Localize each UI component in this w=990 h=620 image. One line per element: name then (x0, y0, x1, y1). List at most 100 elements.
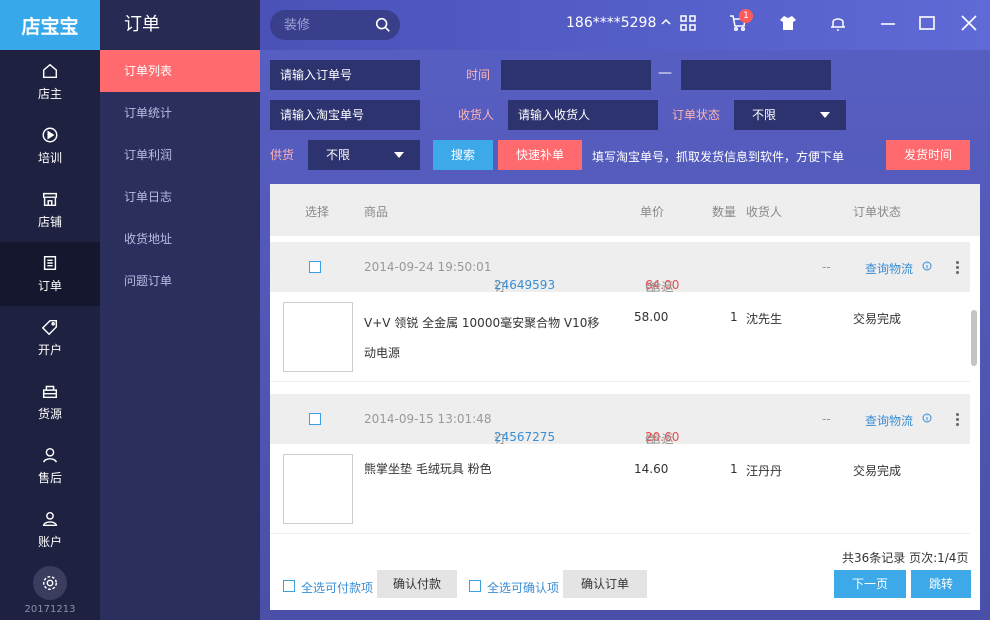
taobao-no-input[interactable] (270, 100, 420, 130)
order-no-input[interactable] (270, 60, 420, 90)
close-button[interactable] (958, 12, 980, 34)
rail-label: 订单 (37, 279, 62, 293)
subnav-item-address[interactable]: 收货地址 (100, 218, 260, 260)
rail-label: 店主 (37, 87, 62, 101)
main-area: 186****5298 1 时间 — (260, 0, 990, 620)
receiver-input[interactable] (508, 100, 658, 130)
confirm-order-button[interactable]: 确认订单 (563, 570, 647, 598)
col-qty: 数量 (712, 205, 737, 219)
search-icon[interactable] (374, 16, 392, 37)
left-rail: 店宝宝 店主 培训 店铺 订单 开户 货源 售后 账户 20171213 (0, 0, 100, 620)
top-bar: 186****5298 1 (260, 0, 990, 50)
quick-order-button[interactable]: 快速补单 (498, 140, 582, 170)
col-product: 商品 (364, 205, 389, 219)
product-thumbnail[interactable] (283, 454, 353, 524)
subnav-item-problem-orders[interactable]: 问题订单 (100, 260, 260, 302)
rail-label: 开户 (37, 343, 62, 357)
col-status: 订单状态 (853, 205, 902, 219)
search-button[interactable]: 搜索 (433, 140, 493, 170)
search-input[interactable] (284, 16, 374, 34)
time-end-input[interactable] (681, 60, 831, 90)
rail-item-home[interactable]: 店主 (0, 50, 100, 114)
subnav-title: 订单 (100, 0, 260, 50)
minimize-button[interactable] (877, 12, 899, 34)
maximize-button[interactable] (916, 12, 938, 34)
receiver-label: 收货人 (458, 108, 495, 122)
order-header-row: 2014-09-15 13:01:48 订单号:24567275 合计:20.6… (270, 394, 970, 480)
order-checkbox[interactable] (309, 413, 321, 425)
rail-item-aftersale[interactable]: 售后 (0, 434, 100, 498)
order-item-row: V+V 领锐 全金属 10000毫安聚合物 V10移动电源 58.00 1 沈先… (270, 292, 970, 382)
col-receiver: 收货人 (746, 205, 783, 219)
ship-time-button[interactable]: 发货时间 (886, 140, 970, 170)
gear-icon (42, 575, 58, 591)
item-status: 交易完成 (853, 312, 902, 326)
rail-item-orders[interactable]: 订单 (0, 242, 100, 306)
more-icon[interactable] (956, 413, 960, 428)
grid-icon[interactable] (677, 12, 699, 34)
settings-button[interactable] (33, 566, 67, 600)
status-label: 订单状态 (672, 108, 721, 122)
rail-item-account[interactable]: 账户 (0, 498, 100, 562)
subnav-item-order-list[interactable]: 订单列表 (100, 50, 260, 92)
select-payable-label[interactable]: 全选可付款项 (301, 579, 373, 596)
next-page-button[interactable]: 下一页 (834, 570, 906, 598)
pagination-summary: 共36条记录 页次:1/4页 (842, 551, 969, 565)
subnav-item-order-log[interactable]: 订单日志 (100, 176, 260, 218)
rail-item-supply[interactable]: 货源 (0, 370, 100, 434)
shirt-icon[interactable] (777, 12, 799, 34)
subnav-item-order-stats[interactable]: 订单统计 (100, 92, 260, 134)
order-date: 2014-09-24 19:50:01 (364, 260, 492, 274)
supply-icon (42, 385, 58, 399)
time-dash: — (658, 65, 672, 81)
aftersale-icon (42, 447, 58, 463)
product-name[interactable]: V+V 领锐 全金属 10000毫安聚合物 V10移动电源 (364, 308, 604, 368)
user-phone[interactable]: 186****5298 (566, 15, 671, 31)
quick-order-hint: 填写淘宝单号，抓取发货信息到软件，方便下单 (592, 150, 845, 164)
scrollbar[interactable] (971, 310, 977, 366)
order-date: 2014-09-15 13:01:48 (364, 412, 492, 426)
col-select: 选择 (305, 205, 330, 219)
subnav-item-order-profit[interactable]: 订单利润 (100, 134, 260, 176)
supply-label: 供货 (270, 148, 295, 162)
item-price: 14.60 (634, 462, 669, 476)
info-icon[interactable] (922, 412, 932, 426)
more-icon[interactable] (956, 261, 960, 276)
rail-label: 账户 (37, 535, 62, 549)
select-confirmable-label[interactable]: 全选可确认项 (487, 579, 559, 596)
version-label: 20171213 (24, 604, 76, 615)
sub-nav: 订单 订单列表 订单统计 订单利润 订单日志 收货地址 问题订单 (100, 0, 260, 620)
rail-item-store[interactable]: 店铺 (0, 178, 100, 242)
rail-item-open-account[interactable]: 开户 (0, 306, 100, 370)
order-item-row: 熊掌坐垫 毛绒玩具 粉色 14.60 1 汪丹丹 交易完成 (270, 444, 970, 534)
bell-icon[interactable] (827, 12, 849, 34)
order-no[interactable]: 24567275 (494, 430, 555, 444)
minimize-icon (881, 23, 895, 25)
cart-button[interactable]: 1 (727, 9, 753, 34)
supply-select[interactable]: 不限 (308, 140, 420, 170)
rail-item-training[interactable]: 培训 (0, 114, 100, 178)
select-confirmable-checkbox[interactable] (469, 580, 481, 592)
product-thumbnail[interactable] (283, 302, 353, 372)
status-select[interactable]: 不限 (734, 100, 846, 130)
time-start-input[interactable] (501, 60, 651, 90)
track-logistics-link[interactable]: 查询物流 (865, 260, 913, 277)
track-logistics-link[interactable]: 查询物流 (865, 412, 913, 429)
phone-number: 186****5298 (566, 15, 657, 31)
table-header: 选择 商品 单价 数量 收货人 订单状态 (270, 184, 980, 236)
order-icon (43, 255, 57, 271)
order-no[interactable]: 24649593 (494, 278, 555, 292)
item-receiver: 沈先生 (746, 312, 783, 326)
select-payable-checkbox[interactable] (283, 580, 295, 592)
time-label: 时间 (466, 68, 491, 82)
search-box (270, 10, 400, 40)
order-checkbox[interactable] (309, 261, 321, 273)
info-icon[interactable] (922, 260, 932, 274)
item-receiver: 汪丹丹 (746, 464, 783, 478)
play-icon (42, 127, 58, 143)
jump-button[interactable]: 跳转 (911, 570, 971, 598)
confirm-pay-button[interactable]: 确认付款 (377, 570, 457, 598)
product-name[interactable]: 熊掌坐垫 毛绒玩具 粉色 (364, 454, 604, 484)
rail-label: 店铺 (37, 215, 62, 229)
tag-icon (41, 319, 58, 336)
